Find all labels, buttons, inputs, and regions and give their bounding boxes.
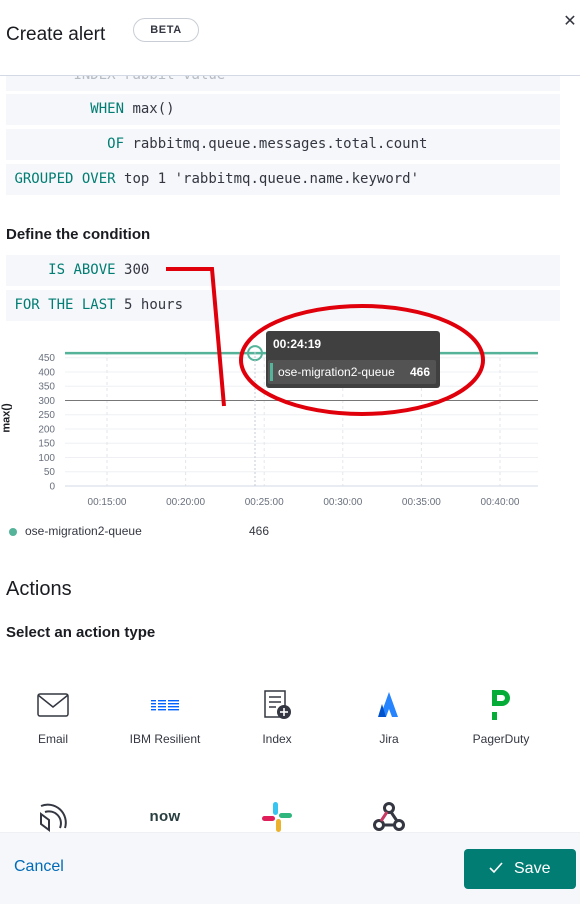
legend-series-name[interactable]: ose-migration2-queue xyxy=(25,524,142,538)
action-type-email[interactable]: Email xyxy=(3,688,103,746)
action-label-email: Email xyxy=(37,732,68,746)
create-alert-flyout: Create alert BETA ✕ INDEX rabbit-value W… xyxy=(0,0,580,904)
action-type-servicenow[interactable]: now xyxy=(115,800,215,834)
action-type-subtitle: Select an action type xyxy=(6,624,156,641)
tooltip-series-color xyxy=(270,363,273,381)
x-tick-label: 00:15:00 xyxy=(88,497,127,508)
cancel-button[interactable]: Cancel xyxy=(14,858,64,876)
legend-series-value: 466 xyxy=(249,524,270,538)
when-expression[interactable]: WHEN max() xyxy=(6,94,560,125)
y-tick-label: 400 xyxy=(38,367,55,378)
flyout-footer: Cancel Save xyxy=(0,832,580,904)
slack-icon xyxy=(262,802,292,832)
save-button[interactable]: Save xyxy=(464,849,576,889)
action-type-jira[interactable]: Jira xyxy=(339,688,439,746)
time-window-value: 5 hours xyxy=(124,297,184,313)
threshold-keyword: IS ABOVE xyxy=(48,262,116,278)
action-label-ibm-resilient: IBM Resilient xyxy=(129,732,201,746)
grouped-over-expression[interactable]: GROUPED OVER top 1 'rabbitmq.queue.name.… xyxy=(6,164,560,195)
ibm-icon xyxy=(151,699,179,711)
legend-color-dot xyxy=(9,528,17,536)
grouped-value: top 1 'rabbitmq.queue.name.keyword' xyxy=(124,171,420,187)
y-tick-label: 300 xyxy=(38,396,55,407)
beta-badge: BETA xyxy=(133,18,199,42)
action-type-slack[interactable] xyxy=(227,800,327,834)
flyout-header: Create alert BETA ✕ xyxy=(0,0,580,76)
y-tick-label: 100 xyxy=(38,453,55,464)
x-tick-label: 00:20:00 xyxy=(166,497,205,508)
action-type-servicenow-sir[interactable] xyxy=(3,800,103,834)
time-window-expression[interactable]: FOR THE LAST 5 hours xyxy=(6,290,560,321)
check-icon xyxy=(489,862,503,874)
y-tick-label: 0 xyxy=(49,482,55,493)
flyout-title: Create alert xyxy=(6,24,106,45)
jira-icon xyxy=(378,692,398,717)
y-tick-label: 250 xyxy=(38,410,55,421)
action-type-ibm-resilient[interactable]: IBM Resilient xyxy=(115,688,215,746)
action-label-jira: Jira xyxy=(379,732,399,746)
time-window-keyword: FOR THE LAST xyxy=(14,297,116,313)
tooltip-row: ose-migration2-queue 466 xyxy=(268,360,436,384)
of-expression[interactable]: OF rabbitmq.queue.messages.total.count xyxy=(6,129,560,160)
when-keyword: WHEN xyxy=(90,101,125,117)
save-button-label: Save xyxy=(514,860,551,877)
servicenow-sir-icon xyxy=(40,803,67,832)
when-value: max() xyxy=(132,101,175,117)
pagerduty-icon xyxy=(492,690,510,720)
action-label-index: Index xyxy=(262,732,292,746)
email-icon xyxy=(37,693,69,717)
action-type-pagerduty[interactable]: PagerDuty xyxy=(451,688,551,746)
webhook-icon xyxy=(373,802,405,831)
x-tick-label: 00:25:00 xyxy=(245,497,284,508)
x-tick-label: 00:40:00 xyxy=(481,497,520,508)
y-tick-label: 200 xyxy=(38,424,55,435)
close-icon[interactable]: ✕ xyxy=(560,12,580,32)
grouped-keyword: GROUPED OVER xyxy=(14,171,116,187)
y-tick-label: 350 xyxy=(38,382,55,393)
tooltip-time: 00:24:19 xyxy=(273,337,322,351)
actions-title: Actions xyxy=(6,578,72,600)
x-tick-label: 00:30:00 xyxy=(323,497,362,508)
threshold-expression[interactable]: IS ABOVE 300 xyxy=(6,255,560,286)
action-label-pagerduty: PagerDuty xyxy=(472,732,530,746)
y-tick-label: 50 xyxy=(44,467,56,478)
of-value: rabbitmq.queue.messages.total.count xyxy=(132,136,428,152)
of-keyword: OF xyxy=(107,136,125,152)
servicenow-icon: now xyxy=(149,808,181,825)
tooltip-series-value: 466 xyxy=(409,365,430,379)
threshold-value: 300 xyxy=(124,262,150,278)
chart-tooltip: 00:24:19 ose-migration2-queue 466 xyxy=(266,331,440,388)
action-type-index[interactable]: Index xyxy=(227,688,327,746)
action-type-webhook[interactable] xyxy=(339,800,439,834)
y-tick-label: 450 xyxy=(38,353,55,364)
y-tick-label: 150 xyxy=(38,439,55,450)
index-icon xyxy=(264,690,291,719)
condition-title: Define the condition xyxy=(6,226,151,243)
x-tick-label: 00:35:00 xyxy=(402,497,441,508)
tooltip-series-name: ose-migration2-queue xyxy=(278,365,395,379)
